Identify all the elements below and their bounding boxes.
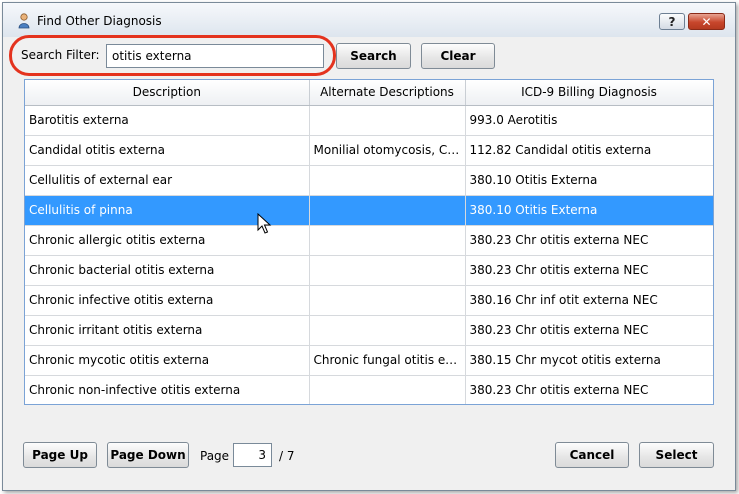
table-row[interactable]: Cellulitis of pinna 380.10 Otitis Externa — [25, 195, 713, 226]
table-row[interactable]: Chronic mycotic otitis externa Chronic fu… — [25, 345, 713, 376]
cell-alternate-description — [309, 195, 466, 226]
cell-billing-diagnosis: 993.0 Aerotitis — [465, 105, 713, 136]
page-down-button[interactable]: Page Down — [107, 442, 189, 468]
cell-billing-diagnosis: 112.82 Candidal otitis externa — [465, 135, 713, 166]
cell-alternate-description: Chronic fungal otitis ext... — [309, 345, 466, 376]
table-row[interactable]: Cellulitis of external ear 380.10 Otitis … — [25, 165, 713, 196]
cell-billing-diagnosis: 380.23 Chr otitis externa NEC — [465, 225, 713, 256]
table-row[interactable]: Chronic non-infective otitis externa 380.… — [25, 375, 713, 404]
table-row[interactable]: Chronic infective otitis externa 380.16 C… — [25, 285, 713, 316]
mouse-cursor-icon — [257, 213, 272, 234]
cell-description: Chronic bacterial otitis externa — [25, 255, 310, 286]
cell-billing-diagnosis: 380.16 Chr inf otit externa NEC — [465, 285, 713, 316]
page-up-button[interactable]: Page Up — [23, 442, 97, 468]
cell-description: Chronic mycotic otitis externa — [25, 345, 310, 376]
help-button[interactable]: ? — [659, 13, 685, 30]
page-total: / 7 — [279, 449, 295, 463]
cell-description: Barotitis externa — [25, 105, 310, 136]
app-icon — [18, 13, 30, 29]
column-header-icd9-billing-diagnosis[interactable]: ICD-9 Billing Diagnosis — [465, 80, 713, 106]
search-button[interactable]: Search — [336, 43, 411, 69]
cell-billing-diagnosis: 380.23 Chr otitis externa NEC — [465, 375, 713, 404]
cell-alternate-description: Monilial otomycosis, Ca... — [309, 135, 466, 166]
table-row[interactable]: Chronic bacterial otitis externa 380.23 C… — [25, 255, 713, 286]
search-filter-input[interactable] — [106, 44, 324, 68]
column-header-alternate-descriptions[interactable]: Alternate Descriptions — [309, 80, 466, 106]
close-button[interactable]: ✕ — [688, 13, 725, 30]
window-title: Find Other Diagnosis — [37, 14, 162, 28]
help-icon: ? — [668, 14, 676, 29]
cell-description: Chronic irritant otitis externa — [25, 315, 310, 346]
cell-billing-diagnosis: 380.10 Otitis Externa — [465, 195, 713, 226]
cell-alternate-description — [309, 225, 466, 256]
page-label: Page — [200, 449, 230, 463]
select-button[interactable]: Select — [639, 442, 714, 468]
clear-button[interactable]: Clear — [421, 43, 495, 69]
cell-alternate-description — [309, 375, 466, 404]
table-header-row: Description Alternate Descriptions ICD-9… — [25, 80, 713, 106]
search-filter-label: Search Filter: — [21, 48, 100, 62]
cell-billing-diagnosis: 380.23 Chr otitis externa NEC — [465, 255, 713, 286]
page-number-input[interactable] — [233, 443, 272, 467]
table-row[interactable]: Barotitis externa 993.0 Aerotitis — [25, 105, 713, 136]
cell-alternate-description — [309, 315, 466, 346]
table-row[interactable]: Chronic allergic otitis externa 380.23 Ch… — [25, 225, 713, 256]
cell-billing-diagnosis: 380.23 Chr otitis externa NEC — [465, 315, 713, 346]
cell-description: Cellulitis of external ear — [25, 165, 310, 196]
cell-description: Chronic non-infective otitis externa — [25, 375, 310, 404]
cancel-button[interactable]: Cancel — [555, 442, 629, 468]
title-bar[interactable]: Find Other Diagnosis ? ✕ — [3, 3, 735, 37]
cell-billing-diagnosis: 380.15 Chr mycot otitis externa — [465, 345, 713, 376]
table-row[interactable]: Candidal otitis externa Monilial otomycos… — [25, 135, 713, 166]
cell-alternate-description — [309, 165, 466, 196]
close-icon: ✕ — [701, 14, 712, 29]
cell-description: Candidal otitis externa — [25, 135, 310, 166]
cell-alternate-description — [309, 285, 466, 316]
cell-alternate-description — [309, 255, 466, 286]
diagnosis-table: Description Alternate Descriptions ICD-9… — [24, 79, 714, 405]
column-header-description[interactable]: Description — [25, 80, 310, 106]
table-row[interactable]: Chronic irritant otitis externa 380.23 Ch… — [25, 315, 713, 346]
cell-billing-diagnosis: 380.10 Otitis Externa — [465, 165, 713, 196]
cell-alternate-description — [309, 105, 466, 136]
cell-description: Chronic infective otitis externa — [25, 285, 310, 316]
